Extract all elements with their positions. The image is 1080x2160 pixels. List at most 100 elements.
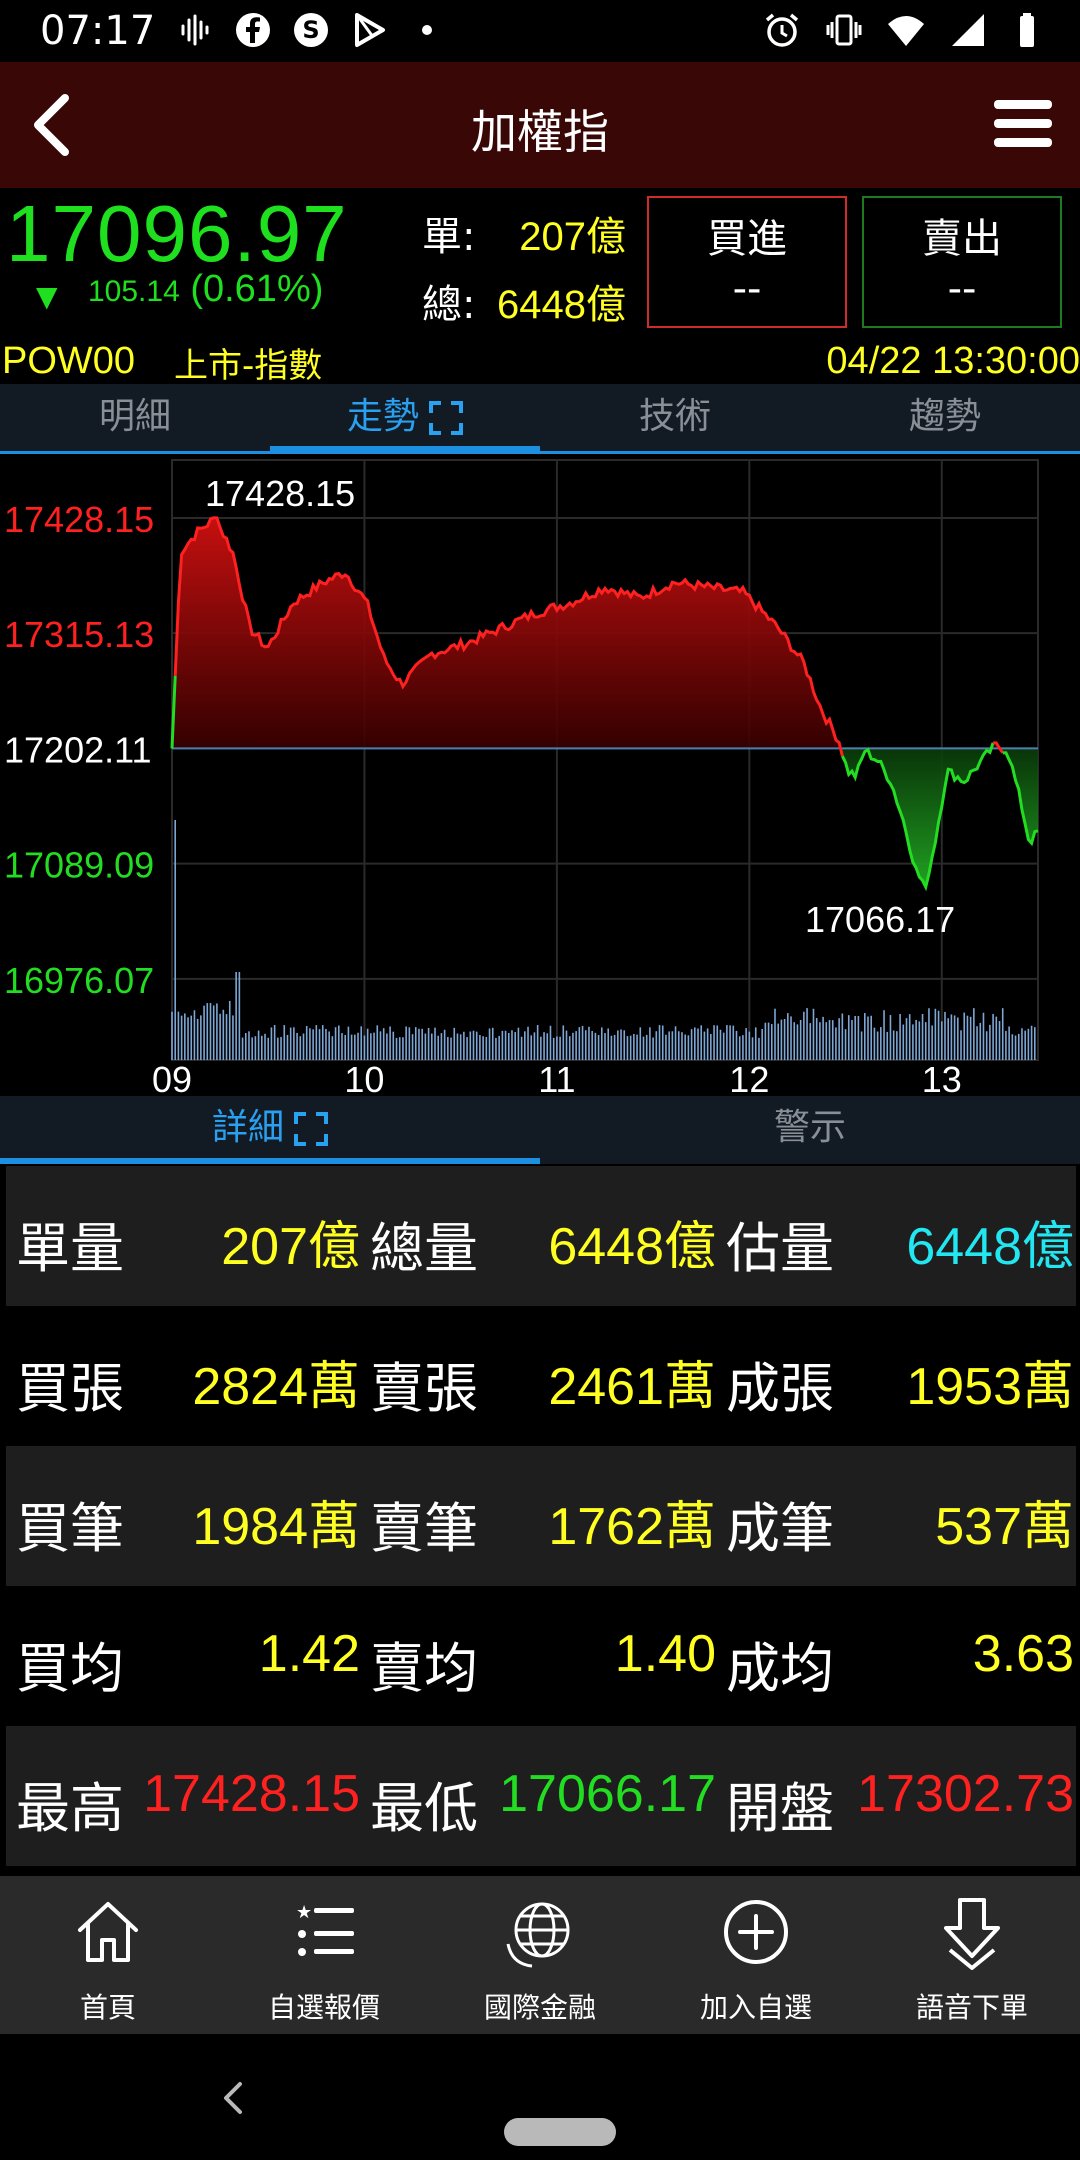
bottom-nav: 首頁 ★ 自選報價 國際金融 加入自選 語音下單 (0, 1876, 1080, 2034)
add-circle-icon (724, 1900, 788, 1964)
vibrate-icon (826, 14, 862, 46)
row-value: 1984萬 (192, 1498, 360, 1556)
y-tick-label: 17428.15 (4, 499, 154, 540)
buy-button[interactable]: 買進 -- (647, 196, 847, 328)
subtab-label: 警示 (773, 1107, 846, 1148)
nav-label: 國際金融 (483, 1991, 596, 2024)
alarm-icon (765, 13, 799, 47)
fullscreen-icon[interactable] (429, 401, 463, 435)
notification-icons: S (175, 10, 447, 50)
row-value: 2461萬 (548, 1358, 716, 1416)
nav-voice-order[interactable]: 語音下單 (864, 1876, 1080, 2034)
chart-fills (172, 517, 1038, 887)
wifi-icon (888, 16, 924, 46)
row-value: 3.63 (972, 1625, 1074, 1683)
sub-tabs: 詳細 警示 (0, 1096, 1080, 1164)
symbol-code: POW00 (2, 340, 136, 382)
below-reference-fill (172, 748, 1038, 887)
x-tick-label: 13 (922, 1059, 962, 1096)
home-icon (78, 1902, 138, 1962)
nav-add-watchlist[interactable]: 加入自選 (648, 1876, 864, 2034)
fullscreen-icon[interactable] (294, 1112, 328, 1146)
main-tabs: 明細 走勢 技術 趨勢 (0, 384, 1080, 454)
sell-value: -- (947, 266, 977, 312)
row-label: 成均 (726, 1637, 834, 1700)
intraday-chart-svg: 17428.15 17315.13 17202.11 17089.09 16976.07… (4, 459, 1039, 1100)
market-type: 上市-指數 (174, 346, 323, 386)
down-arrow-icon: ▼ (36, 280, 58, 313)
subtab-alerts[interactable]: 警示 (540, 1096, 1080, 1164)
row-value: 17066.17 (499, 1765, 716, 1823)
single-volume-label: 單: (422, 214, 476, 260)
row-label: 買張 (16, 1357, 124, 1420)
tab-tendency[interactable]: 趨勢 (810, 384, 1080, 451)
buy-label: 買進 (707, 216, 787, 262)
menu-button[interactable] (994, 94, 1052, 154)
sell-label: 賣出 (922, 216, 1002, 262)
table-row: 買張 2824萬 賣張 2461萬 成張 1953萬 (6, 1306, 1076, 1446)
tab-label: 明細 (98, 396, 171, 437)
row-value: 17302.73 (857, 1765, 1074, 1823)
intraday-chart[interactable]: 17428.15 17315.13 17202.11 17089.09 16976.07… (0, 456, 1080, 1100)
app-header: 加權指 (0, 62, 1080, 188)
total-volume-label: 總: (422, 282, 476, 328)
voice-order-icon (944, 1898, 1000, 1970)
last-price: 17096.97 (6, 189, 348, 278)
table-row: 單量 207億 總量 6448億 估量 6448億 (6, 1166, 1076, 1306)
quote-panel: 17096.97 ▼ 105.14 (0.61%) 單: 207億 總: 644… (0, 188, 1080, 386)
nav-watchlist[interactable]: ★ 自選報價 (216, 1876, 432, 2034)
detail-table: 單量 207億 總量 6448億 估量 6448億 買張 2824萬 賣張 24… (0, 1166, 1080, 1876)
high-annotation: 17428.15 (205, 473, 355, 514)
row-value: 6448億 (548, 1218, 716, 1276)
y-tick-label: 17202.11 (4, 729, 151, 770)
row-label: 賣張 (370, 1357, 478, 1420)
row-label: 買筆 (16, 1497, 124, 1560)
nav-home[interactable]: 首頁 (0, 1876, 216, 2034)
tab-technical[interactable]: 技術 (540, 384, 810, 451)
nav-label: 語音下單 (915, 1991, 1028, 2024)
svg-text:S: S (302, 16, 319, 44)
quote-datetime: 04/22 13:30:00 (826, 340, 1080, 382)
row-value: 1762萬 (548, 1498, 716, 1556)
system-icons (762, 10, 1050, 50)
tab-detail[interactable]: 明細 (0, 384, 270, 451)
system-navigation (0, 2034, 1080, 2160)
status-bar: 07:17 S (0, 0, 1080, 62)
signal-icon (952, 14, 984, 46)
tab-trend[interactable]: 走勢 (270, 384, 540, 454)
globe-icon (506, 1902, 570, 1968)
dot-icon (422, 25, 432, 35)
row-label: 估量 (726, 1217, 834, 1280)
podcast-icon (181, 14, 209, 46)
x-tick-label: 11 (538, 1059, 575, 1096)
y-tick-label: 17089.09 (4, 845, 154, 886)
row-value: 2824萬 (192, 1358, 360, 1416)
system-back-button[interactable] (218, 2078, 248, 2118)
subtab-label: 詳細 (211, 1107, 284, 1148)
row-value: 537萬 (935, 1498, 1074, 1556)
sell-button[interactable]: 賣出 -- (862, 196, 1062, 328)
subtab-details[interactable]: 詳細 (0, 1096, 540, 1164)
play-store-icon (355, 13, 385, 47)
y-tick-label: 16976.07 (4, 960, 154, 1001)
nav-label: 加入自選 (699, 1991, 812, 2024)
row-value: 1.42 (258, 1625, 360, 1683)
svg-text:★: ★ (296, 1902, 312, 1923)
chart-labels: 17428.15 17315.13 17202.11 17089.09 16976.07… (4, 473, 962, 1100)
row-label: 賣筆 (370, 1497, 478, 1560)
volume-bars (171, 820, 1036, 1060)
change-percent: (0.61%) (190, 268, 324, 310)
total-volume-value: 6448億 (497, 283, 626, 327)
price-change: 105.14 (0.61%) (88, 268, 323, 311)
row-label: 成筆 (726, 1497, 834, 1560)
row-label: 最高 (16, 1777, 124, 1840)
nav-global-finance[interactable]: 國際金融 (432, 1876, 648, 2034)
nav-label: 首頁 (79, 1991, 136, 2024)
row-label: 最低 (370, 1777, 478, 1840)
row-value: 1953萬 (906, 1358, 1074, 1416)
row-value: 17428.15 (143, 1765, 360, 1823)
single-volume-value: 207億 (519, 215, 626, 259)
low-annotation: 17066.17 (805, 899, 955, 940)
x-tick-label: 09 (152, 1059, 192, 1096)
system-home-button[interactable] (504, 2118, 616, 2146)
